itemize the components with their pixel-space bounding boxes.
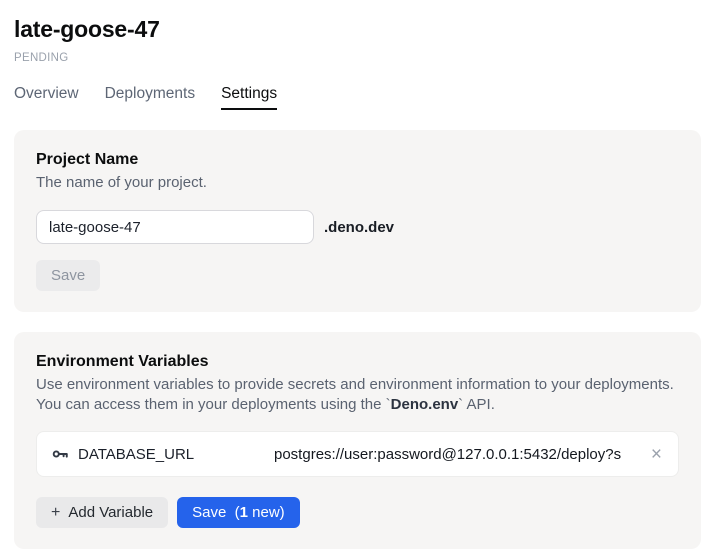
close-icon: ×	[651, 444, 662, 465]
env-actions-row: + Add Variable Save (1 new)	[36, 497, 679, 528]
project-name-input[interactable]	[36, 210, 314, 244]
env-vars-description-tail: API.	[463, 396, 495, 413]
project-name-heading: Project Name	[36, 151, 679, 169]
add-variable-label: Add Variable	[68, 504, 153, 521]
env-variable-name: DATABASE_URL	[78, 446, 274, 463]
page-title: late-goose-47	[14, 16, 701, 43]
project-name-card: Project Name The name of your project. .…	[14, 130, 701, 312]
env-save-count-rest: new)	[248, 504, 285, 521]
tab-bar: Overview Deployments Settings	[14, 85, 701, 110]
env-save-button[interactable]: Save (1 new)	[177, 497, 300, 528]
tab-deployments[interactable]: Deployments	[105, 85, 195, 110]
domain-suffix: .deno.dev	[324, 219, 394, 236]
env-save-count-number: 1	[240, 504, 248, 521]
env-save-label: Save	[192, 504, 235, 521]
env-vars-heading: Environment Variables	[36, 353, 679, 371]
remove-variable-button[interactable]: ×	[649, 445, 664, 464]
project-name-description: The name of your project.	[36, 173, 679, 193]
key-icon	[51, 445, 69, 463]
project-name-save-button[interactable]: Save	[36, 260, 100, 291]
add-variable-button[interactable]: + Add Variable	[36, 497, 168, 528]
code-deno-env: Deno.env	[391, 396, 459, 413]
status-badge: PENDING	[14, 52, 701, 64]
plus-icon: +	[51, 504, 60, 522]
env-vars-description-text: Use environment variables to provide sec…	[36, 376, 674, 413]
project-header: late-goose-47 PENDING Overview Deploymen…	[14, 16, 701, 110]
env-variable-value: postgres://user:password@127.0.0.1:5432/…	[274, 446, 643, 463]
env-variable-row: DATABASE_URL postgres://user:password@12…	[36, 431, 679, 477]
project-name-row: .deno.dev	[36, 210, 679, 244]
tab-settings[interactable]: Settings	[221, 85, 277, 110]
environment-variables-card: Environment Variables Use environment va…	[14, 332, 701, 549]
env-vars-description: Use environment variables to provide sec…	[36, 375, 679, 415]
tab-overview[interactable]: Overview	[14, 85, 79, 110]
